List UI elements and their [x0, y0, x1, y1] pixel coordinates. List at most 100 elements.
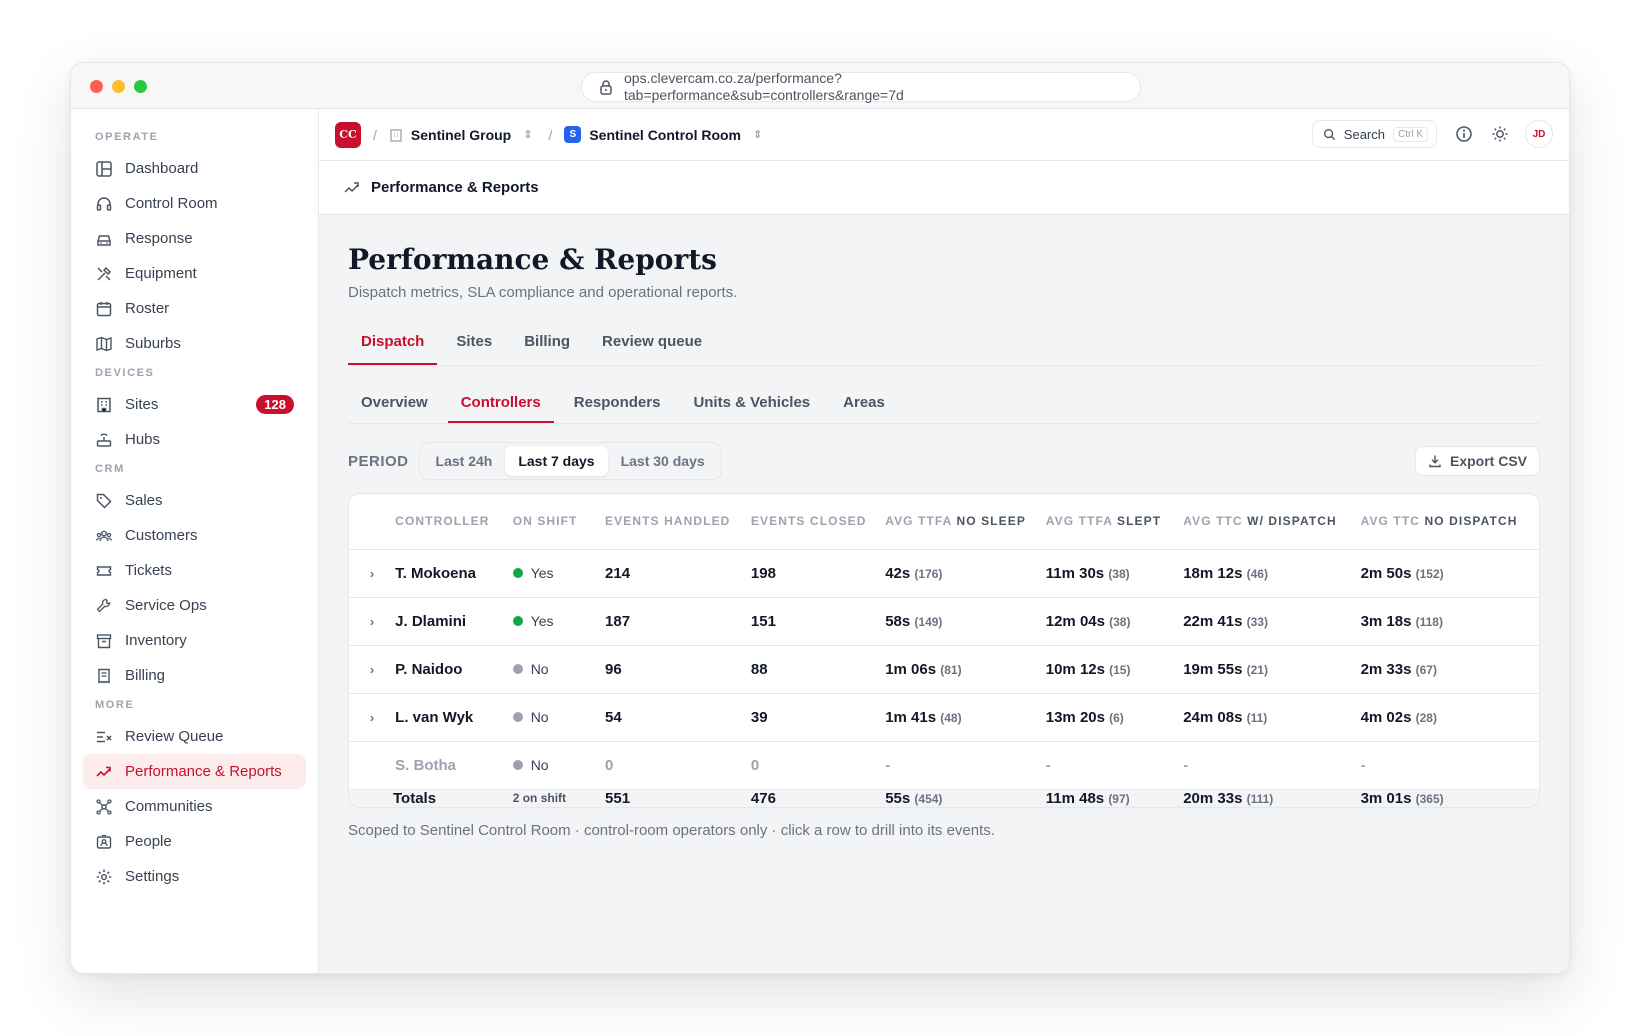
tab-dispatch[interactable]: Dispatch — [348, 323, 438, 365]
chevron-right-icon[interactable]: › — [370, 566, 374, 581]
search-label: Search — [1343, 126, 1385, 142]
expand-cell[interactable] — [349, 741, 396, 790]
sidebar-item-sites[interactable]: Sites 128 — [83, 387, 306, 422]
metric-count: (11) — [1246, 710, 1268, 725]
subtab-responders[interactable]: Responders — [561, 380, 674, 423]
expand-cell[interactable]: › — [349, 645, 396, 694]
table-row[interactable]: › J. Dlamini Yes 187 151 58s (149) 12m 04s (38… — [349, 597, 1539, 646]
sidebar-item-equipment[interactable]: Equipment — [83, 256, 306, 291]
period-option[interactable]: Last 24h — [423, 446, 506, 476]
trend-icon — [344, 181, 359, 193]
expand-column-header — [349, 494, 396, 550]
tab-billing[interactable]: Billing — [511, 323, 583, 365]
subtab-overview[interactable]: Overview — [348, 380, 441, 423]
sidebar-item-control-room[interactable]: Control Room — [83, 186, 306, 221]
sidebar-item-dashboard[interactable]: Dashboard — [83, 151, 306, 186]
shift-label: No — [530, 757, 549, 773]
sidebar-item-inventory[interactable]: Inventory — [83, 623, 306, 658]
metric-count: (28) — [1415, 710, 1437, 725]
expand-cell[interactable]: › — [349, 693, 396, 742]
sidebar-item-customers[interactable]: Customers — [83, 518, 306, 553]
info-icon[interactable] — [1455, 125, 1473, 143]
metric-cell: - — [885, 741, 1046, 790]
org-switcher[interactable]: Sentinel Group ⇕ — [389, 127, 532, 143]
table-row[interactable]: S. Botha No 0 0- - - - — [349, 741, 1539, 790]
tab-review-queue[interactable]: Review queue — [589, 323, 715, 365]
export-csv-button[interactable]: Export CSV — [1414, 446, 1540, 476]
shift-status: No — [512, 709, 605, 725]
metric-count: (176) — [914, 566, 943, 581]
metric-count: (118) — [1415, 614, 1443, 629]
sidebar-item-people[interactable]: People — [83, 824, 306, 859]
minimize-window-button[interactable] — [112, 80, 125, 93]
sidebar-item-service-ops[interactable]: Service Ops — [83, 588, 306, 623]
sidebar-item-communities[interactable]: Communities — [83, 789, 306, 824]
search-button[interactable]: Search Ctrl K — [1311, 120, 1437, 148]
tab-sites[interactable]: Sites — [443, 323, 505, 365]
controllers-table: CONTROLLER ON SHIFT EVENTS HANDLED EVENTS C… — [348, 493, 1540, 808]
table-row[interactable]: › L. van Wyk No 54 39 1m 41s (48) 13m 20s (6) 2… — [349, 693, 1539, 742]
list-check-icon — [95, 728, 113, 746]
main-area: CC / Sentinel Group ⇕ / S Sentinel Contr… — [319, 109, 1569, 973]
status-dot — [512, 760, 523, 770]
sidebar-item-hubs[interactable]: Hubs — [83, 422, 306, 457]
column-header-text: ON SHIFT — [512, 513, 578, 528]
metric-value: 3m 18s — [1360, 612, 1412, 630]
headset-icon — [95, 195, 113, 213]
zoom-window-button[interactable] — [134, 80, 147, 93]
subtab-units-vehicles[interactable]: Units & Vehicles — [680, 380, 823, 423]
sidebar-item-sales[interactable]: Sales — [83, 483, 306, 518]
chevron-right-icon[interactable]: › — [370, 710, 374, 725]
app-logo[interactable]: CC — [335, 121, 361, 148]
sidebar-item-settings[interactable]: Settings — [83, 859, 306, 894]
export-csv-label: Export CSV — [1449, 453, 1527, 469]
metric-count: (38) — [1109, 614, 1131, 629]
column-header: EVENTS CLOSED — [750, 494, 886, 550]
user-avatar[interactable]: JD — [1525, 120, 1553, 148]
expand-cell[interactable]: › — [349, 597, 396, 646]
sidebar-item-suburbs[interactable]: Suburbs — [83, 326, 306, 361]
sidebar: OPERATE Dashboard Control Room Response Equi… — [71, 109, 319, 973]
table-footnote: Scoped to Sentinel Control Room · contro… — [348, 822, 995, 839]
sidebar-item-review-queue[interactable]: Review Queue — [83, 719, 306, 754]
shift-label: Yes — [530, 565, 554, 581]
sidebar-item-response[interactable]: Response — [83, 221, 306, 256]
table-row[interactable]: › T. Mokoena Yes 214 198 42s (176) 11m 30s (38… — [349, 549, 1539, 598]
subtab-controllers[interactable]: Controllers — [447, 380, 554, 423]
top-bar: CC / Sentinel Group ⇕ / S Sentinel Contr… — [319, 109, 1569, 161]
period-option[interactable]: Last 7 days — [505, 446, 608, 476]
sidebar-item-label: Roster — [125, 300, 170, 317]
building-icon — [390, 128, 402, 142]
status-dot — [512, 568, 523, 578]
sidebar-item-performance-and-reports[interactable]: Performance & Reports — [83, 754, 306, 789]
period-option[interactable]: Last 30 days — [608, 446, 718, 476]
sidebar-item-roster[interactable]: Roster — [83, 291, 306, 326]
room-switcher[interactable]: S Sentinel Control Room ⇕ — [564, 126, 762, 143]
metric-value: - — [1045, 756, 1051, 774]
sidebar-item-billing[interactable]: Billing — [83, 658, 306, 693]
sidebar-item-label: People — [125, 833, 172, 850]
metric-value: - — [1183, 756, 1189, 774]
chevron-right-icon[interactable]: › — [370, 662, 374, 677]
metric-cell: 3m 18s (118) — [1360, 597, 1539, 646]
chevron-right-icon[interactable]: › — [370, 614, 374, 629]
sun-icon[interactable] — [1491, 125, 1509, 143]
status-dot — [512, 664, 523, 674]
close-window-button[interactable] — [90, 80, 103, 93]
expand-cell[interactable]: › — [349, 549, 396, 598]
metric-cell: 22m 41s (33) — [1183, 597, 1361, 646]
period-row: PERIOD Last 24h Last 7 days Last 30 days E… — [348, 442, 1540, 480]
shift-status: No — [512, 661, 605, 677]
chevron-updown-icon: ⇕ — [753, 129, 763, 141]
gear-icon — [95, 868, 113, 886]
subtab-areas[interactable]: Areas — [830, 380, 898, 423]
sub-tabs: Overview Controllers Responders Units & Veh… — [348, 380, 1540, 424]
ticket-icon — [95, 562, 113, 580]
address-bar[interactable]: ops.clevercam.co.za/performance?tab=perf… — [581, 70, 1141, 103]
sidebar-item-tickets[interactable]: Tickets — [83, 553, 306, 588]
metric-count: (6) — [1109, 710, 1124, 725]
sidebar-section-title: OPERATE — [95, 131, 159, 143]
sidebar-item-label: Control Room — [125, 195, 218, 212]
tag-icon — [95, 492, 113, 510]
table-row[interactable]: › P. Naidoo No 96 88 1m 06s (81) 10m 12s (15) 1… — [349, 645, 1539, 694]
